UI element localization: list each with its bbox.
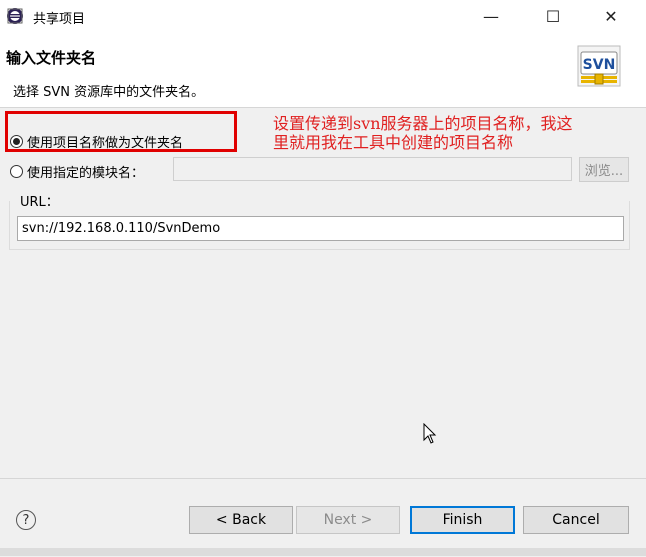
finish-button[interactable]: Finish — [410, 506, 515, 534]
use-module-name-label: 使用指定的模块名： — [27, 166, 145, 181]
svn-logo-text: SVN — [583, 57, 616, 73]
back-button[interactable]: < Back — [189, 506, 293, 534]
annotation-line-2: 里就用我在工具中创建的项目名称 — [273, 133, 514, 152]
title-bar: 共享项目 — ☐ ✕ — [0, 0, 646, 33]
annotation-text: 设置传递到svn服务器上的项目名称，我这 里就用我在工具中创建的项目名称 — [273, 114, 643, 152]
use-module-name-option[interactable]: 使用指定的模块名： — [10, 162, 144, 181]
background-ide-strip — [0, 548, 646, 556]
help-icon[interactable]: ? — [16, 510, 36, 530]
module-name-input — [173, 157, 572, 181]
url-field[interactable]: svn://192.168.0.110/SvnDemo — [17, 216, 624, 241]
window-title: 共享项目 — [33, 12, 86, 27]
mouse-cursor-icon — [423, 423, 437, 444]
browse-button: 浏览... — [579, 157, 629, 182]
url-label: URL： — [18, 191, 61, 210]
use-module-name-radio[interactable] — [10, 165, 23, 178]
eclipse-app-icon — [7, 8, 23, 24]
minimize-button[interactable]: — — [468, 0, 514, 33]
wizard-header: 输入文件夹名 选择 SVN 资源库中的文件夹名。 SVN — [0, 33, 646, 108]
svn-logo-icon: SVN — [577, 45, 621, 87]
cancel-button[interactable]: Cancel — [523, 506, 629, 534]
annotation-line-1: 设置传递到svn服务器上的项目名称，我这 — [273, 114, 573, 133]
close-icon: ✕ — [604, 7, 618, 26]
maximize-button[interactable]: ☐ — [530, 0, 576, 33]
page-title: 输入文件夹名 — [6, 49, 97, 67]
minimize-icon: — — [483, 7, 499, 26]
highlight-box — [5, 111, 237, 152]
maximize-icon: ☐ — [545, 7, 561, 26]
page-description: 选择 SVN 资源库中的文件夹名。 — [13, 85, 205, 100]
next-button: Next > — [296, 506, 400, 534]
close-button[interactable]: ✕ — [588, 0, 634, 33]
